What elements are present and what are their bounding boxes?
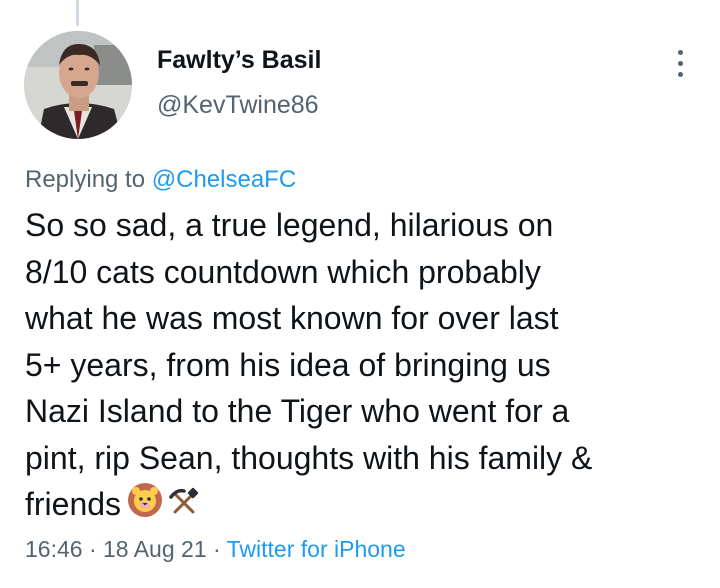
tweet-time[interactable]: 16:46 bbox=[25, 536, 83, 562]
tweet-meta: 16:46 · 18 Aug 21 · Twitter for iPhone bbox=[25, 536, 406, 563]
more-dots-icon-dot-2 bbox=[677, 60, 683, 66]
tweet-source-link[interactable]: Twitter for iPhone bbox=[227, 536, 406, 562]
tweet-text-line: 8/10 cats countdown which probably bbox=[25, 253, 541, 290]
replying-to-mention-link[interactable]: @ChelseaFC bbox=[152, 166, 296, 193]
tweet-text: So so sad, a true legend, hilarious on 8… bbox=[25, 202, 705, 528]
tweet-text-line: friends bbox=[25, 486, 122, 522]
tweet-date[interactable]: 18 Aug 21 bbox=[103, 536, 207, 562]
avatar-image bbox=[24, 31, 132, 139]
hammer-and-pick-icon bbox=[169, 483, 199, 530]
more-dots-icon bbox=[677, 49, 683, 55]
more-dots-icon-dot-3 bbox=[677, 71, 683, 77]
tweet-text-line: what he was most known for over last bbox=[25, 300, 559, 336]
thread-connector-line bbox=[76, 0, 79, 26]
avatar[interactable] bbox=[24, 31, 132, 139]
tweet-text-line: 5+ years, from his idea of bringing us bbox=[25, 346, 551, 383]
author-display-name[interactable]: Fawlty’s Basil bbox=[157, 46, 321, 75]
meta-separator: · bbox=[82, 536, 104, 562]
replying-to: Replying to @ChelseaFC bbox=[25, 166, 296, 194]
lion-face-icon bbox=[127, 482, 163, 531]
replying-to-prefix: Replying to bbox=[25, 166, 152, 193]
author-handle[interactable]: @KevTwine86 bbox=[157, 91, 319, 120]
meta-separator: · bbox=[206, 536, 227, 562]
tweet-text-line: So so sad, a true legend, hilarious on bbox=[25, 207, 554, 243]
more-options-button[interactable] bbox=[664, 44, 696, 82]
tweet-text-line: pint, rip Sean, thoughts with his family… bbox=[25, 439, 593, 476]
tweet-text-last-line: friends bbox=[25, 481, 705, 528]
tweet-text-line: Nazi Island to the Tiger who went for a bbox=[25, 393, 570, 429]
